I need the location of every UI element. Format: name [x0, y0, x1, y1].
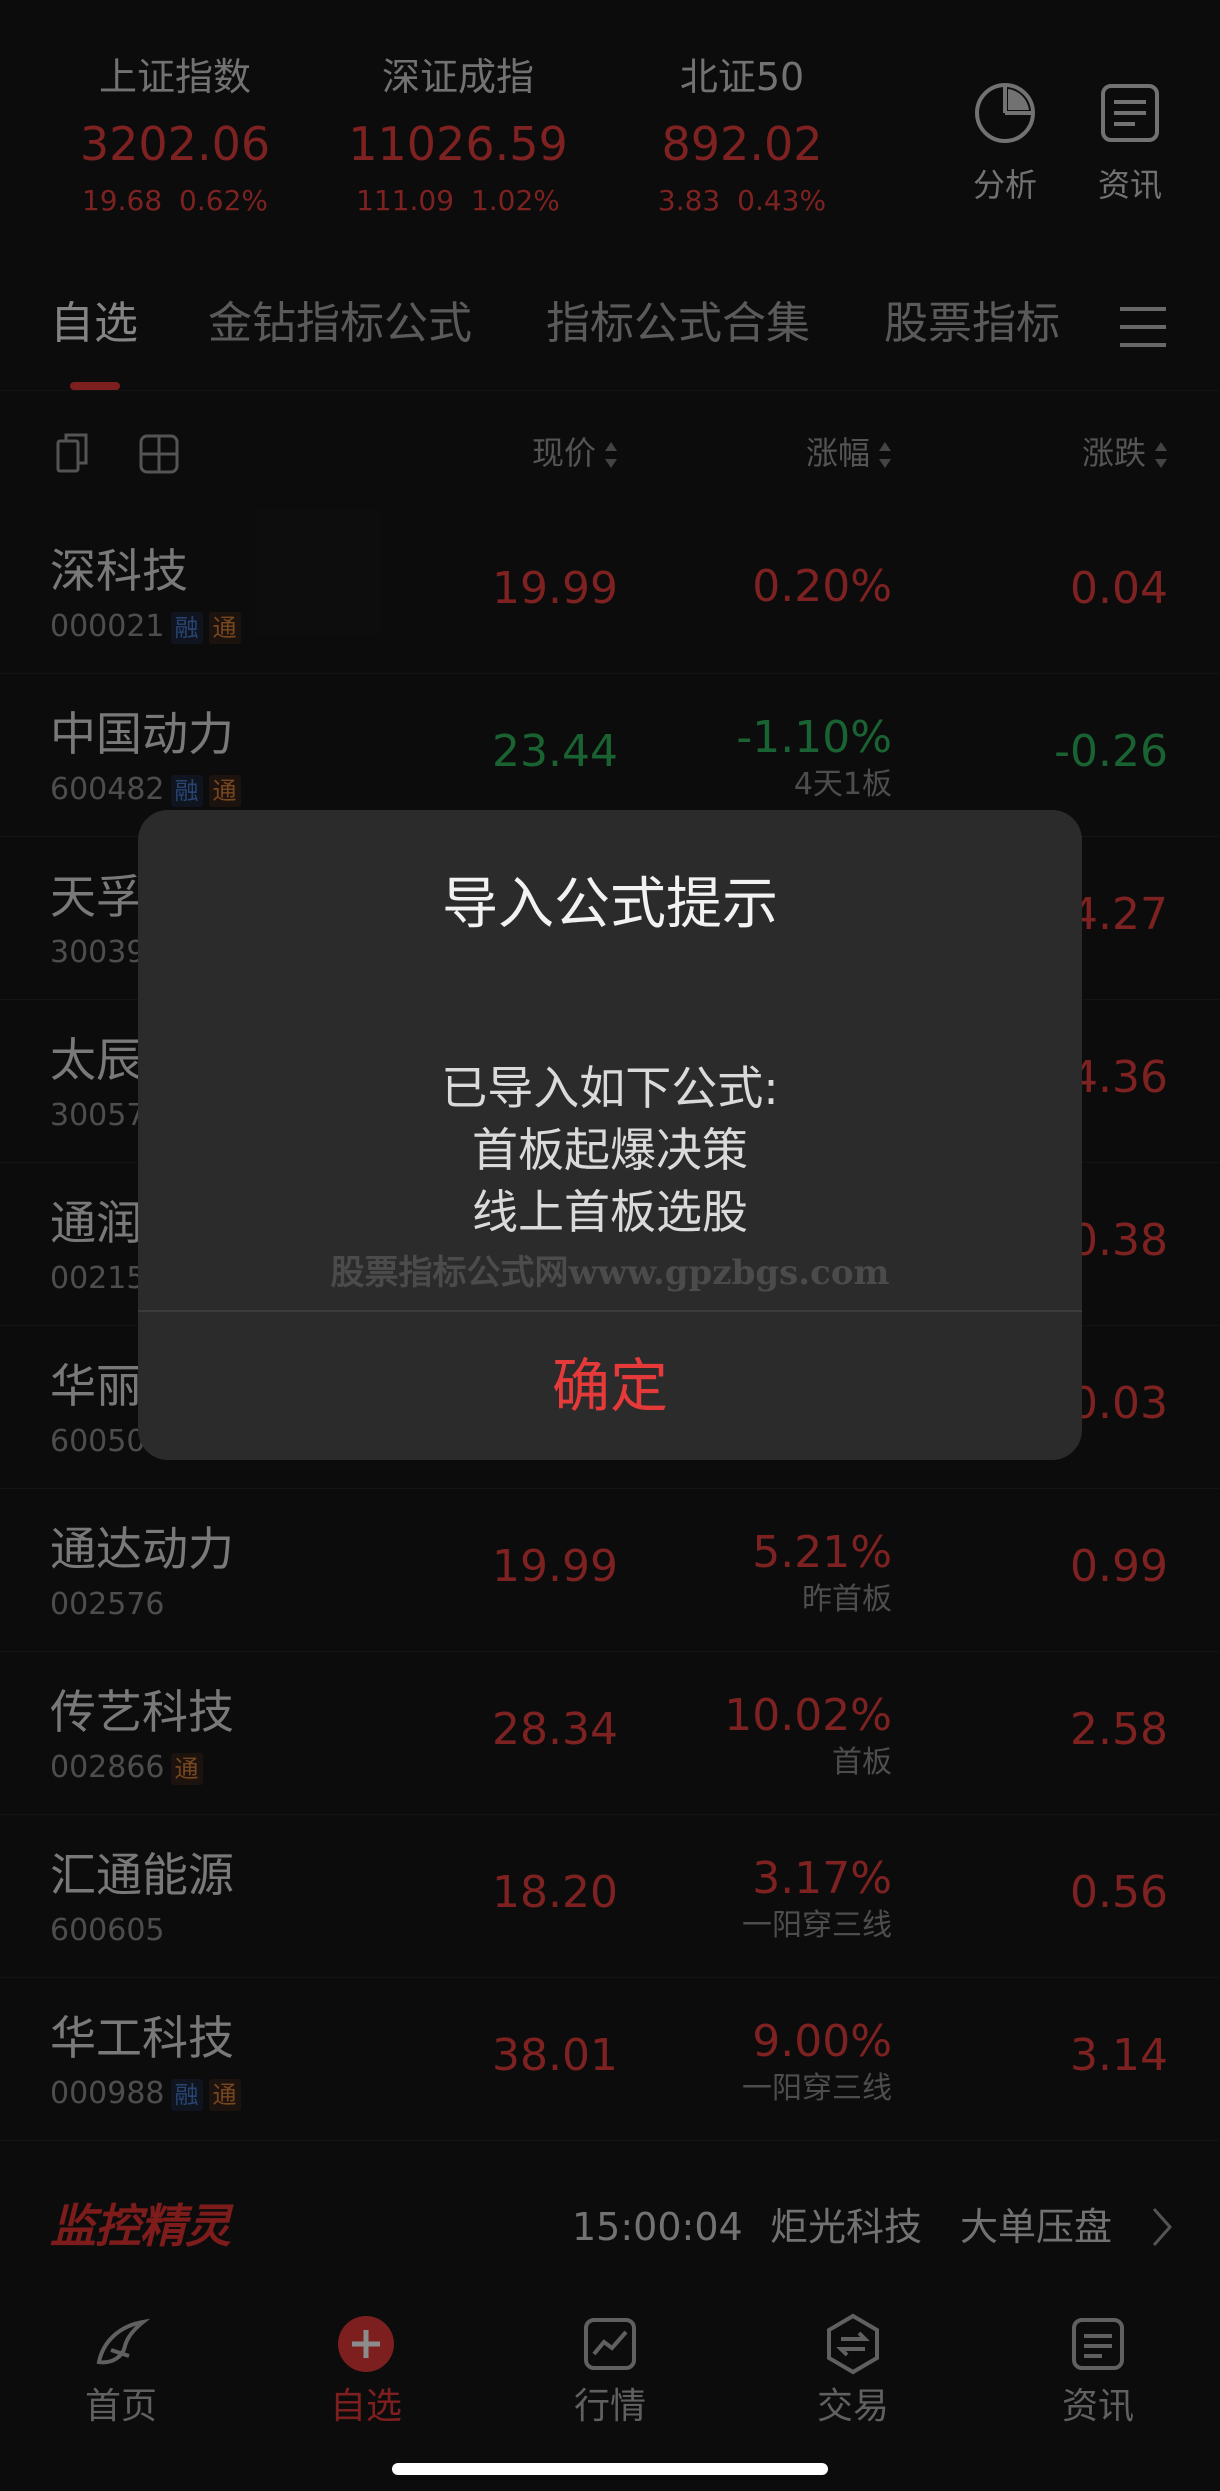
home-indicator	[392, 2463, 828, 2475]
watermark: 股票指标公式网www.gpzbgs.com	[330, 1253, 890, 1293]
confirm-button[interactable]: 确定	[138, 1312, 1082, 1460]
dialog-formula-2: 线上首板选股	[472, 1185, 748, 1239]
dialog-message: 已导入如下公式:	[441, 1061, 779, 1115]
dialog-title: 导入公式提示	[442, 872, 778, 937]
dialog-formula-1: 首板起爆决策	[472, 1123, 748, 1177]
import-formula-dialog: 导入公式提示 已导入如下公式: 首板起爆决策 线上首板选股 股票指标公式网www…	[138, 810, 1082, 1460]
